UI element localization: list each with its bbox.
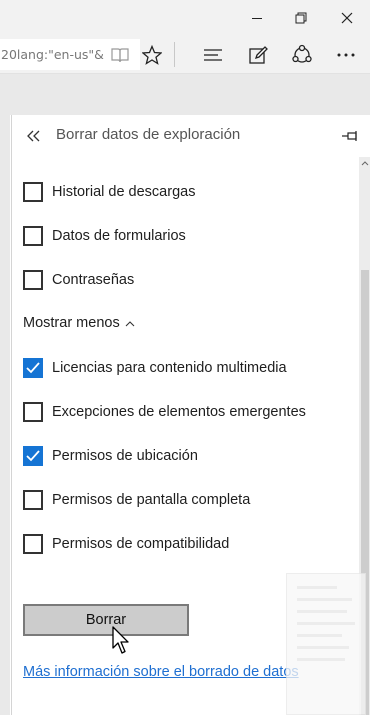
checkbox-location-permissions[interactable]: Permisos de ubicación: [23, 444, 198, 468]
checkbox-label: Permisos de pantalla completa: [52, 492, 251, 508]
pin-panel-button[interactable]: [338, 125, 362, 147]
show-less-toggle[interactable]: Mostrar menos: [23, 315, 135, 331]
checkbox-label: Excepciones de elementos emergentes: [52, 404, 306, 420]
share-icon: [292, 44, 312, 63]
checkbox-fullscreen-permissions[interactable]: Permisos de pantalla completa: [23, 488, 250, 512]
clear-button[interactable]: Borrar: [23, 604, 189, 636]
favorite-button[interactable]: [140, 35, 164, 74]
checkbox-box[interactable]: [23, 534, 43, 554]
restore-icon: [295, 12, 307, 23]
checkbox-box[interactable]: [23, 402, 43, 422]
double-chevron-left-icon: [27, 130, 40, 142]
web-note-icon: [249, 45, 268, 64]
checkbox-box[interactable]: [23, 358, 43, 378]
checkbox-box[interactable]: [23, 270, 43, 290]
checkbox-label: Historial de descargas: [52, 184, 196, 200]
minimize-icon: [252, 17, 262, 19]
toolbar-separator: [174, 42, 175, 67]
checkbox-download-history[interactable]: Historial de descargas: [23, 180, 195, 204]
mouse-cursor-icon: [112, 626, 129, 654]
checkbox-box[interactable]: [23, 490, 43, 510]
chevron-up-icon: [125, 320, 135, 326]
checkbox-passwords[interactable]: Contraseñas: [23, 268, 134, 292]
browser-toolbar: 20lang:"en-us"&: [0, 35, 370, 74]
more-icon: [337, 53, 355, 56]
checkbox-box[interactable]: [23, 446, 43, 466]
close-icon: [341, 12, 353, 23]
more-button[interactable]: [334, 35, 358, 74]
page-content-edge: [0, 115, 10, 715]
scroll-up-button[interactable]: [359, 157, 370, 169]
address-text: 20lang:"en-us"&: [1, 47, 104, 62]
reading-view-icon: [111, 47, 129, 62]
page-preview-thumbnail: [286, 573, 366, 715]
checkbox-label: Licencias para contenido multimedia: [52, 360, 287, 376]
checkbox-label: Permisos de ubicación: [52, 448, 198, 464]
checkbox-form-data[interactable]: Datos de formularios: [23, 224, 186, 248]
title-bar: [0, 0, 370, 35]
checkbox-media-licenses[interactable]: Licencias para contenido multimedia: [23, 356, 287, 380]
checkbox-box[interactable]: [23, 182, 43, 202]
minimize-button[interactable]: [234, 0, 280, 35]
checkmark-icon: [26, 450, 40, 462]
close-window-button[interactable]: [324, 0, 370, 35]
hub-icon: [204, 48, 222, 61]
checkbox-box[interactable]: [23, 226, 43, 246]
hub-button[interactable]: [201, 35, 225, 74]
web-note-button[interactable]: [246, 35, 270, 74]
share-button[interactable]: [290, 35, 314, 74]
show-less-label: Mostrar menos: [23, 315, 120, 331]
scroll-up-arrow-icon: [361, 160, 369, 165]
checkbox-label: Permisos de compatibilidad: [52, 536, 230, 552]
more-info-link[interactable]: Más información sobre el borrado de dato…: [23, 664, 299, 680]
panel-header: Borrar datos de exploración: [12, 115, 370, 157]
checkbox-popup-exceptions[interactable]: Excepciones de elementos emergentes: [23, 400, 306, 424]
pin-icon: [342, 131, 357, 141]
checkbox-label: Contraseñas: [52, 272, 135, 288]
checkmark-icon: [26, 362, 40, 374]
checkbox-label: Datos de formularios: [52, 228, 186, 244]
favorite-star-icon: [142, 44, 162, 65]
checkbox-compatibility-permissions[interactable]: Permisos de compatibilidad: [23, 532, 229, 556]
reading-view-button[interactable]: [108, 35, 132, 74]
restore-button[interactable]: [278, 0, 324, 35]
panel-title: Borrar datos de exploración: [56, 126, 241, 143]
back-button[interactable]: [22, 124, 46, 148]
page-background: [0, 74, 370, 115]
